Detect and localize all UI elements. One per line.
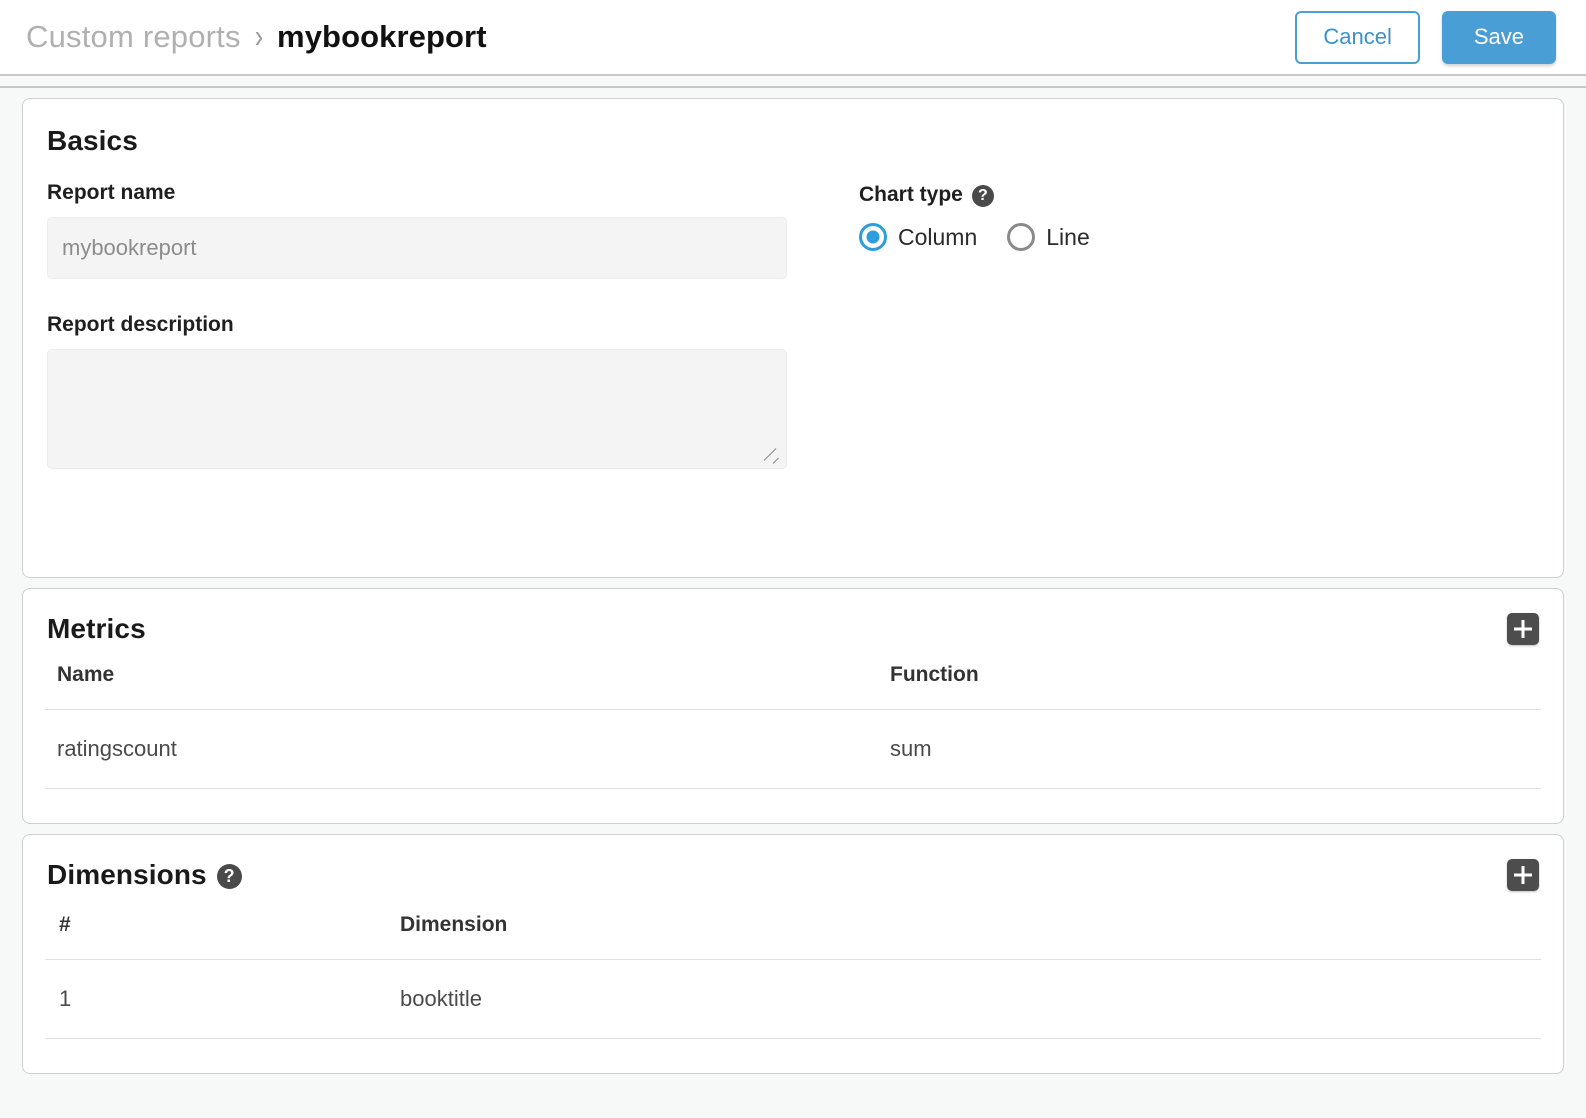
page-body: Basics Report name Report description bbox=[0, 76, 1586, 1118]
metric-function-cell: sum bbox=[890, 710, 1541, 789]
metrics-column-header-function: Function bbox=[890, 659, 1541, 710]
dimensions-header: Dimensions ? bbox=[23, 835, 1563, 909]
dimensions-section-title: Dimensions ? bbox=[47, 859, 242, 891]
page-title: mybookreport bbox=[277, 19, 487, 55]
chart-type-label: Chart type ? bbox=[859, 183, 1104, 207]
dimensions-table-header-row: # Dimension bbox=[45, 909, 1541, 960]
radio-option-column[interactable]: Column bbox=[859, 223, 977, 251]
report-name-field-block: Report name bbox=[47, 181, 837, 279]
breadcrumb: Custom reports › mybookreport bbox=[26, 19, 487, 55]
header-actions: Cancel Save bbox=[1295, 11, 1556, 64]
chart-type-radio-group: Column Line bbox=[859, 223, 1104, 251]
help-icon[interactable]: ? bbox=[217, 864, 242, 889]
table-row[interactable]: 1 booktitle bbox=[45, 960, 1541, 1039]
metrics-table: Name Function ratingscount sum bbox=[45, 659, 1541, 789]
dimension-name-cell: booktitle bbox=[400, 960, 1541, 1039]
dimensions-column-header-number: # bbox=[45, 909, 400, 960]
help-icon[interactable]: ? bbox=[972, 185, 994, 207]
radio-label-line: Line bbox=[1046, 224, 1089, 251]
metrics-header: Metrics bbox=[23, 589, 1563, 659]
basics-left-column: Report name Report description bbox=[47, 181, 837, 503]
metric-name-cell: ratingscount bbox=[45, 710, 890, 789]
metrics-card-footer bbox=[23, 789, 1563, 823]
dimension-number-cell: 1 bbox=[45, 960, 400, 1039]
cancel-button[interactable]: Cancel bbox=[1295, 11, 1419, 64]
report-name-input[interactable] bbox=[47, 217, 787, 279]
radio-button-line-indicator[interactable] bbox=[1007, 223, 1035, 251]
add-dimension-button[interactable] bbox=[1507, 859, 1539, 891]
chart-type-label-text: Chart type bbox=[859, 183, 963, 207]
basics-right-column: Chart type ? Column Line bbox=[837, 181, 1104, 503]
metrics-table-header-row: Name Function bbox=[45, 659, 1541, 710]
app-header: Custom reports › mybookreport Cancel Sav… bbox=[0, 0, 1586, 76]
metrics-section-title: Metrics bbox=[47, 613, 146, 645]
report-description-textarea[interactable] bbox=[47, 349, 787, 469]
dimensions-table: # Dimension 1 booktitle bbox=[45, 909, 1541, 1039]
radio-option-line[interactable]: Line bbox=[1007, 223, 1089, 251]
dimensions-title-text: Dimensions bbox=[47, 859, 207, 891]
dimensions-card: Dimensions ? # Dimension 1 booktitle bbox=[22, 834, 1564, 1074]
add-metric-button[interactable] bbox=[1507, 613, 1539, 645]
chevron-right-icon: › bbox=[255, 17, 263, 56]
basics-content: Basics Report name Report description bbox=[23, 99, 1563, 577]
metrics-card: Metrics Name Function ratingscount sum bbox=[22, 588, 1564, 824]
basics-card: Basics Report name Report description bbox=[22, 98, 1564, 578]
basics-section-title: Basics bbox=[47, 125, 138, 157]
report-name-label: Report name bbox=[47, 181, 837, 205]
radio-label-column: Column bbox=[898, 224, 977, 251]
header-divider bbox=[0, 76, 1586, 88]
report-description-label: Report description bbox=[47, 313, 837, 337]
metrics-column-header-name: Name bbox=[45, 659, 890, 710]
dimensions-column-header-dimension: Dimension bbox=[400, 909, 1541, 960]
dimensions-card-footer bbox=[23, 1039, 1563, 1073]
radio-button-column-indicator[interactable] bbox=[859, 223, 887, 251]
table-row[interactable]: ratingscount sum bbox=[45, 710, 1541, 789]
report-description-field-block: Report description bbox=[47, 313, 837, 469]
save-button[interactable]: Save bbox=[1442, 11, 1556, 64]
breadcrumb-parent-link[interactable]: Custom reports bbox=[26, 19, 241, 55]
